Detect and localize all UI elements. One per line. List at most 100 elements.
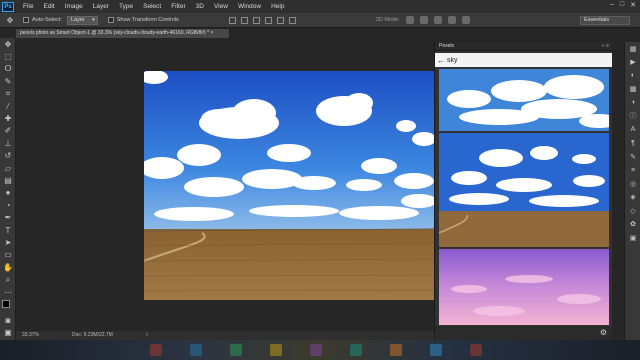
gradient-tool-icon[interactable]: ▤	[0, 174, 16, 186]
zoom-tool-icon[interactable]: ⌕	[0, 273, 16, 285]
menu-window[interactable]: Window	[233, 3, 266, 10]
3d-slide-icon[interactable]	[447, 16, 456, 24]
quick-mask-icon[interactable]: ◙	[0, 314, 16, 326]
gear-icon[interactable]: ⚙	[600, 328, 607, 337]
taskbar-app-icon[interactable]	[390, 344, 402, 356]
info-icon[interactable]: A	[625, 123, 640, 137]
align-center-icon[interactable]	[276, 16, 284, 24]
lasso-tool-icon[interactable]: ⵔ	[0, 63, 16, 75]
menu-edit[interactable]: Edit	[38, 3, 59, 10]
more-tools-icon[interactable]: ⋯	[0, 286, 16, 298]
layers-icon[interactable]: ◈	[625, 191, 640, 205]
marquee-tool-icon[interactable]: ⬚	[0, 50, 16, 62]
result-thumbnail-1	[439, 69, 609, 131]
taskbar-app-icon[interactable]	[230, 344, 242, 356]
transform-controls-checkbox[interactable]	[107, 17, 114, 23]
panel-menu-controls[interactable]: ›› ≡	[601, 42, 609, 51]
pen-tool-icon[interactable]: ✒	[0, 211, 16, 223]
quick-select-tool-icon[interactable]: ✎	[0, 75, 16, 87]
menu-3d[interactable]: 3D	[191, 3, 209, 10]
color-icon[interactable]: ◐	[625, 69, 640, 83]
channels-icon[interactable]: ◇	[625, 204, 640, 218]
back-arrow-icon[interactable]: ←	[435, 56, 447, 65]
result-image-2[interactable]	[439, 133, 609, 247]
brush-tool-icon[interactable]: ✐	[0, 125, 16, 137]
maximize-button[interactable]: □	[620, 1, 624, 9]
align-buttons	[228, 16, 296, 24]
taskbar-app-icon[interactable]	[430, 344, 442, 356]
sky-field-image	[144, 71, 434, 300]
menu-view[interactable]: View	[209, 3, 233, 10]
menu-filter[interactable]: Filter	[166, 3, 190, 10]
menu-image[interactable]: Image	[60, 3, 88, 10]
3d-scale-icon[interactable]	[461, 16, 470, 24]
actions-icon[interactable]: ▶	[625, 56, 640, 70]
photoshop-logo: Ps	[2, 1, 14, 12]
shape-tool-icon[interactable]: ▭	[0, 249, 16, 261]
align-bottom-icon[interactable]	[252, 16, 260, 24]
3d-roll-icon[interactable]	[419, 16, 428, 24]
align-middle-icon[interactable]	[240, 16, 248, 24]
3d-rotate-icon[interactable]	[405, 16, 414, 24]
search-input[interactable]	[447, 54, 597, 66]
swatches-icon[interactable]: ▩	[625, 83, 640, 97]
menu-type[interactable]: Type	[114, 3, 138, 10]
blur-tool-icon[interactable]: ●	[0, 187, 16, 199]
eraser-tool-icon[interactable]: ▱	[0, 162, 16, 174]
taskbar-app-icon[interactable]	[270, 344, 282, 356]
dodge-tool-icon[interactable]: ◔	[0, 199, 16, 211]
plugin-icon[interactable]: ▣	[625, 231, 640, 245]
menu-help[interactable]: Help	[266, 3, 289, 10]
history-brush-tool-icon[interactable]: ↺	[0, 150, 16, 162]
3d-drag-icon[interactable]	[433, 16, 442, 24]
hand-tool-icon[interactable]: ✋	[0, 261, 16, 273]
taskbar-app-icon[interactable]	[350, 344, 362, 356]
os-taskbar	[0, 340, 640, 360]
crop-tool-icon[interactable]: ⌗	[0, 88, 16, 100]
document-tab[interactable]: pexels photo as Smart Object-1 @ 33.3% (…	[16, 29, 230, 38]
panel-dock-gap	[612, 42, 624, 340]
status-menu-arrow[interactable]: ›	[146, 331, 148, 340]
auto-select-dropdown[interactable]: Layer	[66, 15, 98, 25]
workspace-switcher[interactable]: Essentials	[580, 16, 630, 25]
taskbar-app-icon[interactable]	[310, 344, 322, 356]
properties-icon[interactable]: ◎	[625, 177, 640, 191]
eyedropper-tool-icon[interactable]: ⁄	[0, 100, 16, 112]
result-image-3[interactable]	[439, 249, 609, 325]
close-window-button[interactable]: ✕	[630, 1, 636, 9]
paragraph-icon[interactable]: ✎	[625, 150, 640, 164]
align-left-icon[interactable]	[264, 16, 272, 24]
result-thumbnail-3	[439, 249, 609, 325]
tools-panel: ✥ ⬚ ⵔ ✎ ⌗ ⁄ ✚ ✐ ⊥ ↺ ▱ ▤ ● ◔ ✒ T ➤ ▭ ✋ ⌕ …	[0, 38, 16, 340]
paths-icon[interactable]: ✿	[625, 218, 640, 232]
history-icon[interactable]: ▦	[625, 42, 640, 56]
foreground-color-swatch[interactable]	[2, 300, 10, 308]
align-right-icon[interactable]	[288, 16, 296, 24]
character-icon[interactable]: ¶	[625, 137, 640, 151]
move-tool-icon[interactable]: ✥	[0, 38, 16, 50]
brush-preset-icon[interactable]: ≡	[625, 164, 640, 178]
taskbar-app-icon[interactable]	[470, 344, 482, 356]
menu-select[interactable]: Select	[138, 3, 166, 10]
type-tool-icon[interactable]: T	[0, 224, 16, 236]
zoom-level[interactable]: 33.37%	[22, 331, 39, 340]
healing-tool-icon[interactable]: ✚	[0, 112, 16, 124]
menu-file[interactable]: File	[18, 3, 38, 10]
result-image-1[interactable]	[439, 69, 609, 131]
minimize-button[interactable]: –	[610, 1, 614, 9]
taskbar-app-icon[interactable]	[190, 344, 202, 356]
menu-layer[interactable]: Layer	[88, 3, 114, 10]
move-tool-preset-icon[interactable]: ✥	[3, 15, 17, 26]
styles-icon[interactable]: ⓘ	[625, 110, 640, 124]
document-tab-close[interactable]: ×	[210, 30, 213, 36]
stamp-tool-icon[interactable]: ⊥	[0, 137, 16, 149]
panel-title[interactable]: Pexels	[439, 42, 454, 51]
3d-mode-buttons	[405, 16, 470, 24]
auto-select-checkbox[interactable]	[23, 17, 29, 23]
document-canvas-photo[interactable]	[144, 71, 434, 300]
path-select-tool-icon[interactable]: ➤	[0, 236, 16, 248]
align-top-icon[interactable]	[228, 16, 236, 24]
taskbar-app-icon[interactable]	[150, 344, 162, 356]
adjustments-icon[interactable]: ◑	[625, 96, 640, 110]
screen-mode-icon[interactable]: ▣	[0, 326, 16, 338]
